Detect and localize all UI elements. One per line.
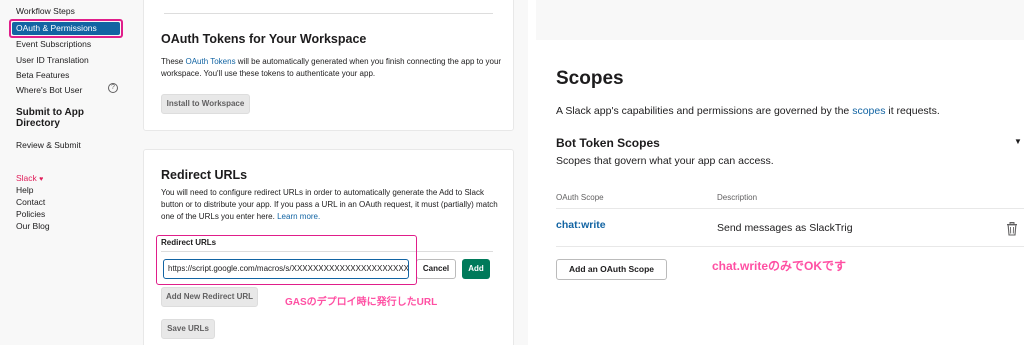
redirect-urls-title: Redirect URLs bbox=[161, 168, 248, 182]
description-text: You will need to configure redirect URLs… bbox=[161, 188, 498, 221]
scope-name: chat:write bbox=[556, 219, 606, 231]
column-header-description: Description bbox=[717, 193, 758, 202]
add-new-redirect-url-button[interactable]: Add New Redirect URL bbox=[161, 287, 258, 307]
cancel-button[interactable]: Cancel bbox=[416, 259, 456, 279]
description-text: These bbox=[161, 57, 186, 66]
scopes-title: Scopes bbox=[556, 68, 624, 89]
footer-slack-label: Slack bbox=[16, 173, 37, 183]
scopes-link[interactable]: scopes bbox=[852, 105, 885, 117]
settings-panel: Workflow Steps OAuth & Permissions Event… bbox=[0, 0, 528, 345]
oauth-tokens-link[interactable]: OAuth Tokens bbox=[185, 57, 235, 66]
description-text: it requests. bbox=[885, 105, 940, 117]
install-to-workspace-button[interactable]: Install to Workspace bbox=[161, 94, 250, 114]
divider bbox=[556, 246, 1024, 247]
footer-policies-link[interactable]: Policies bbox=[16, 209, 45, 219]
sidebar-item-workflow-steps[interactable]: Workflow Steps bbox=[16, 6, 75, 16]
sidebar-item-wheres-bot-user[interactable]: Where's Bot User bbox=[16, 85, 82, 95]
redirect-urls-description: You will need to configure redirect URLs… bbox=[161, 187, 506, 223]
oauth-tokens-card: OAuth Tokens for Your Workspace These OA… bbox=[143, 0, 514, 131]
sidebar-item-review-submit[interactable]: Review & Submit bbox=[16, 140, 81, 150]
save-urls-button[interactable]: Save URLs bbox=[161, 319, 215, 339]
oauth-tokens-title: OAuth Tokens for Your Workspace bbox=[161, 32, 367, 46]
add-oauth-scope-button[interactable]: Add an OAuth Scope bbox=[556, 259, 667, 280]
scopes-panel: Scopes A Slack app's capabilities and pe… bbox=[536, 40, 1024, 345]
sidebar-item-event-subscriptions[interactable]: Event Subscriptions bbox=[16, 39, 91, 49]
scopes-description: A Slack app's capabilities and permissio… bbox=[556, 105, 940, 117]
footer-contact-link[interactable]: Contact bbox=[16, 197, 45, 207]
description-text: A Slack app's capabilities and permissio… bbox=[556, 105, 853, 117]
oauth-tokens-description: These OAuth Tokens will be automatically… bbox=[161, 56, 506, 80]
caret-down-icon[interactable]: ▼ bbox=[1014, 137, 1022, 146]
learn-more-link[interactable]: Learn more. bbox=[277, 212, 320, 221]
bot-token-scopes-description: Scopes that govern what your app can acc… bbox=[556, 155, 774, 167]
annotation-note: GASのデプロイ時に発行したURL bbox=[285, 297, 438, 308]
heart-icon: ♥ bbox=[39, 176, 44, 183]
highlight-box bbox=[156, 235, 417, 285]
highlight-box bbox=[9, 19, 123, 38]
scope-description: Send messages as SlackTrig bbox=[717, 222, 853, 234]
sidebar-item-beta-features[interactable]: Beta Features bbox=[16, 70, 69, 80]
sidebar-section-heading: Submit to App Directory bbox=[16, 107, 84, 129]
sidebar-nav: Workflow Steps OAuth & Permissions Event… bbox=[0, 0, 130, 345]
sidebar-item-user-id-translation[interactable]: User ID Translation bbox=[16, 55, 89, 65]
footer-slack-link[interactable]: Slack ♥ bbox=[16, 173, 43, 183]
add-button[interactable]: Add bbox=[462, 259, 490, 279]
redirect-urls-card: Redirect URLs You will need to configure… bbox=[143, 149, 514, 345]
help-icon[interactable]: ? bbox=[108, 83, 118, 93]
divider bbox=[164, 13, 493, 14]
column-header-oauth-scope: OAuth Scope bbox=[556, 193, 604, 202]
bot-token-scopes-title: Bot Token Scopes bbox=[556, 136, 660, 150]
annotation-note: chat.writeのみでOKです bbox=[712, 259, 847, 273]
trash-icon[interactable] bbox=[1006, 222, 1018, 236]
footer-help-link[interactable]: Help bbox=[16, 185, 33, 195]
divider bbox=[556, 208, 1024, 209]
footer-blog-link[interactable]: Our Blog bbox=[16, 221, 50, 231]
